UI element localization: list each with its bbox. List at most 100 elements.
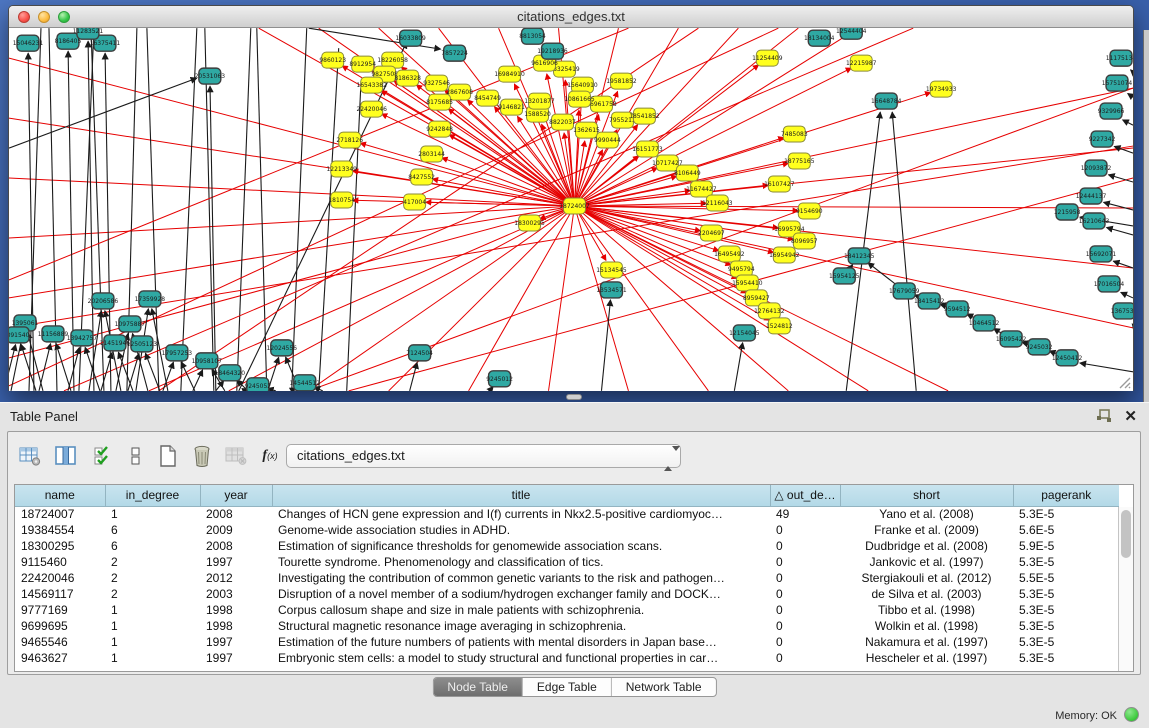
graph-node[interactable]: 8427552	[408, 169, 435, 185]
graph-node[interactable]: 15046231	[13, 35, 44, 51]
graph-node[interactable]: 16151773	[632, 141, 663, 157]
table-row[interactable]: 946362711997Embryonic stem cells: a mode…	[15, 650, 1119, 666]
close-panel-icon[interactable]: ✕	[1124, 407, 1137, 425]
column-header-short[interactable]: short	[840, 485, 1013, 506]
graph-node[interactable]: 16107427	[764, 176, 795, 192]
table-row[interactable]: 2242004622012Investigating the contribut…	[15, 570, 1119, 586]
graph-node[interactable]: 9146821	[498, 99, 525, 115]
table-row[interactable]: 946554611997Estimation of the future num…	[15, 634, 1119, 650]
graph-node[interactable]: 15954125	[829, 268, 860, 284]
graph-node[interactable]: 7857224	[441, 45, 468, 61]
table-select-dropdown[interactable]: citations_edges.txt	[286, 444, 681, 468]
column-header-year[interactable]: year	[200, 485, 272, 506]
network-graph[interactable]: 9860123891295418226058982750816543382818…	[9, 28, 1133, 391]
table-row[interactable]: 1456911722003Disruption of a novel membe…	[15, 586, 1119, 602]
import-table-icon[interactable]	[222, 442, 250, 470]
graph-node[interactable]: 18134004	[804, 30, 835, 46]
graph-node[interactable]: 2204697	[698, 225, 725, 241]
tab-network-table[interactable]: Network Table	[611, 678, 716, 696]
graph-node[interactable]: 1810754	[328, 192, 355, 208]
column-header-out_de[interactable]: △ out_de…	[770, 485, 840, 506]
graph-node[interactable]: 9245012	[486, 371, 513, 387]
graph-node[interactable]: 12215987	[846, 55, 877, 71]
panel-splitter-handle[interactable]	[566, 394, 582, 400]
graph-node[interactable]: 1367537	[1111, 303, 1133, 319]
show-column-icon[interactable]	[52, 442, 80, 470]
graph-node[interactable]: 417004	[403, 194, 426, 210]
zoom-window-button[interactable]	[58, 11, 70, 23]
graph-node[interactable]: 12213349	[326, 161, 357, 177]
row-height-icon[interactable]	[122, 442, 150, 470]
graph-node[interactable]: 8822037	[549, 114, 576, 130]
graph-node[interactable]: 18464320	[215, 365, 246, 381]
graph-node[interactable]: 16984910	[494, 66, 525, 82]
graph-node[interactable]: 13201877	[524, 93, 555, 109]
graph-node[interactable]: 18541852	[629, 108, 660, 124]
graph-node[interactable]: 7485083	[781, 126, 808, 142]
select-columns-icon[interactable]	[90, 442, 118, 470]
graph-node[interactable]: 9242848	[426, 121, 453, 137]
graph-node[interactable]: 12116043	[702, 195, 733, 211]
graph-node[interactable]: 18724007	[559, 198, 590, 214]
table-scrollbar-thumb[interactable]	[1121, 510, 1131, 558]
graph-node[interactable]: 8096957	[791, 233, 818, 249]
graph-node[interactable]: 16495492	[714, 246, 745, 262]
graph-node[interactable]: 16543382	[356, 77, 387, 93]
graph-node[interactable]: 9245052	[244, 378, 271, 391]
graph-node[interactable]: 15751074	[1102, 75, 1133, 91]
graph-node[interactable]: 20531063	[195, 68, 226, 84]
graph-node[interactable]: 16648784	[871, 93, 902, 109]
graph-node[interactable]: 11283521	[73, 28, 104, 39]
table-scrollbar[interactable]	[1118, 507, 1133, 672]
graph-node[interactable]: 12444137	[1076, 188, 1107, 204]
graph-node[interactable]: 20206586	[88, 293, 119, 309]
graph-node[interactable]: 9860123	[319, 52, 346, 68]
graph-node[interactable]: 18775165	[784, 153, 815, 169]
graph-node[interactable]: 15134545	[596, 262, 627, 278]
graph-node[interactable]: 1524812	[766, 318, 793, 334]
graph-node[interactable]: 8186328	[394, 70, 421, 86]
minimize-window-button[interactable]	[38, 11, 50, 23]
graph-node[interactable]: 9245032	[1026, 339, 1053, 355]
graph-node[interactable]: 22420046	[356, 101, 387, 117]
graph-node[interactable]: 9990444	[594, 132, 621, 148]
graph-node[interactable]: 2718126	[336, 132, 363, 148]
graph-node[interactable]: 8813054	[519, 28, 546, 44]
graph-node[interactable]: 11175134	[1106, 50, 1133, 66]
graph-node[interactable]: 10861665	[564, 91, 595, 107]
graph-node[interactable]: 9329966	[1098, 103, 1125, 119]
graph-node[interactable]: 10958107	[192, 353, 223, 369]
column-header-name[interactable]: name	[15, 485, 105, 506]
graph-node[interactable]: 19581852	[606, 73, 637, 89]
column-header-in_degree[interactable]: in_degree	[105, 485, 200, 506]
graph-node[interactable]: 8175685	[426, 94, 453, 110]
graph-node[interactable]: 11156889	[38, 326, 69, 342]
graph-node[interactable]: 17957253	[162, 345, 193, 361]
graph-node[interactable]: 16210643	[1079, 213, 1110, 229]
graph-node[interactable]: 9227342	[1089, 131, 1116, 147]
graph-node[interactable]: 8912954	[349, 56, 376, 72]
graph-node[interactable]: 16095422	[996, 331, 1027, 347]
graph-node[interactable]: 12764132	[754, 303, 785, 319]
window-resize-grip[interactable]	[1117, 375, 1131, 389]
graph-node[interactable]: 12450412	[1052, 350, 1083, 366]
graph-node[interactable]: 15692071	[1086, 246, 1117, 262]
graph-node[interactable]: 12154045	[729, 325, 760, 341]
graph-node[interactable]: 19734933	[926, 81, 957, 97]
table-mode-icon[interactable]	[16, 442, 44, 470]
column-header-title[interactable]: title	[272, 485, 770, 506]
graph-node[interactable]: 18300295	[514, 215, 545, 231]
graph-node[interactable]: 391540	[9, 327, 30, 343]
column-header-pagerank[interactable]: pagerank	[1013, 485, 1119, 506]
graph-node[interactable]: 17016504	[1094, 276, 1125, 292]
graph-node[interactable]: 9594512	[944, 301, 971, 317]
graph-node[interactable]: 17359928	[135, 291, 166, 307]
table-row[interactable]: 1938455462009Genome-wide association stu…	[15, 522, 1119, 538]
graph-node[interactable]: 12544404	[836, 28, 867, 39]
graph-node[interactable]: 13942757	[67, 330, 98, 346]
graph-node[interactable]: 2803144	[418, 146, 445, 162]
delete-table-icon[interactable]	[188, 442, 216, 470]
tab-edge-table[interactable]: Edge Table	[522, 678, 611, 696]
network-canvas[interactable]: 9860123891295418226058982750816543382818…	[9, 28, 1133, 391]
float-panel-icon[interactable]	[1095, 408, 1113, 424]
